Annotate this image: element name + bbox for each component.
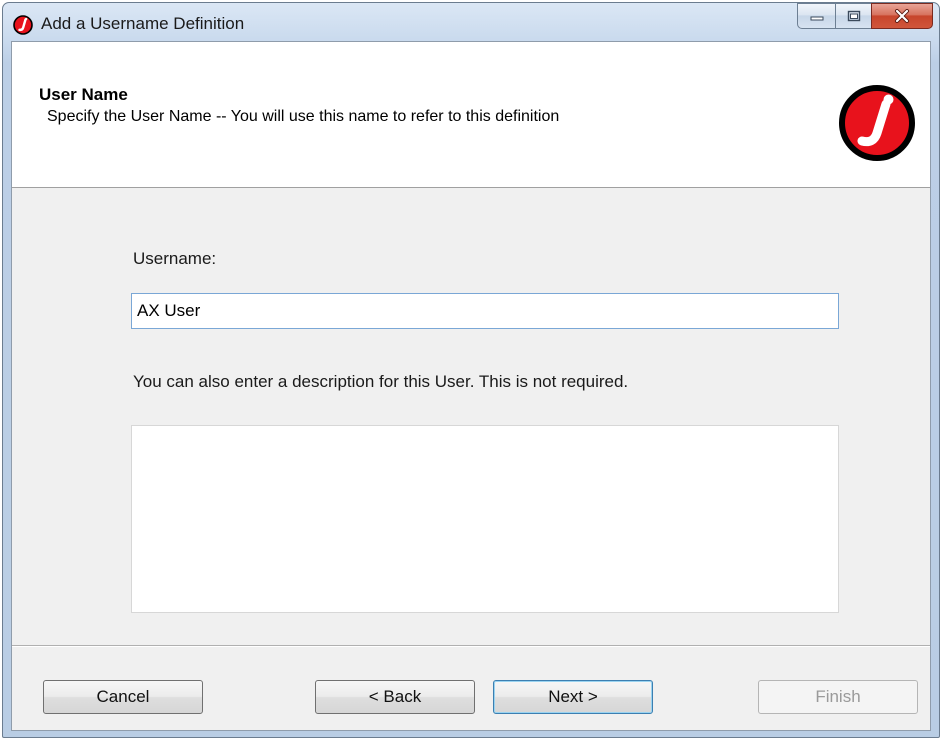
dialog-body: User Name Specify the User Name -- You w… (11, 41, 931, 731)
cancel-button[interactable]: Cancel (43, 680, 203, 714)
j-logo-icon (839, 85, 915, 161)
window-controls (797, 3, 933, 29)
finish-button: Finish (758, 680, 918, 714)
header-subtitle: Specify the User Name -- You will use th… (47, 108, 560, 125)
username-input[interactable] (131, 293, 839, 329)
dialog-window: Add a Username Definition User Name Spec… (2, 2, 940, 738)
description-input[interactable] (131, 425, 839, 613)
minimize-button[interactable] (797, 3, 835, 29)
maximize-icon (847, 10, 860, 22)
j-logo-icon (13, 15, 33, 35)
title-bar[interactable]: Add a Username Definition (3, 3, 939, 39)
close-button[interactable] (871, 3, 933, 29)
username-label: Username: (133, 249, 217, 268)
footer-divider (12, 645, 930, 647)
window-title: Add a Username Definition (41, 14, 245, 33)
next-button[interactable]: Next > (493, 680, 653, 714)
close-icon (895, 9, 909, 23)
maximize-button[interactable] (835, 3, 871, 29)
header-title: User Name (39, 85, 128, 104)
description-label: You can also enter a description for thi… (133, 372, 629, 391)
wizard-header: User Name Specify the User Name -- You w… (12, 42, 930, 188)
back-button[interactable]: < Back (315, 680, 475, 714)
minimize-icon (810, 16, 823, 21)
